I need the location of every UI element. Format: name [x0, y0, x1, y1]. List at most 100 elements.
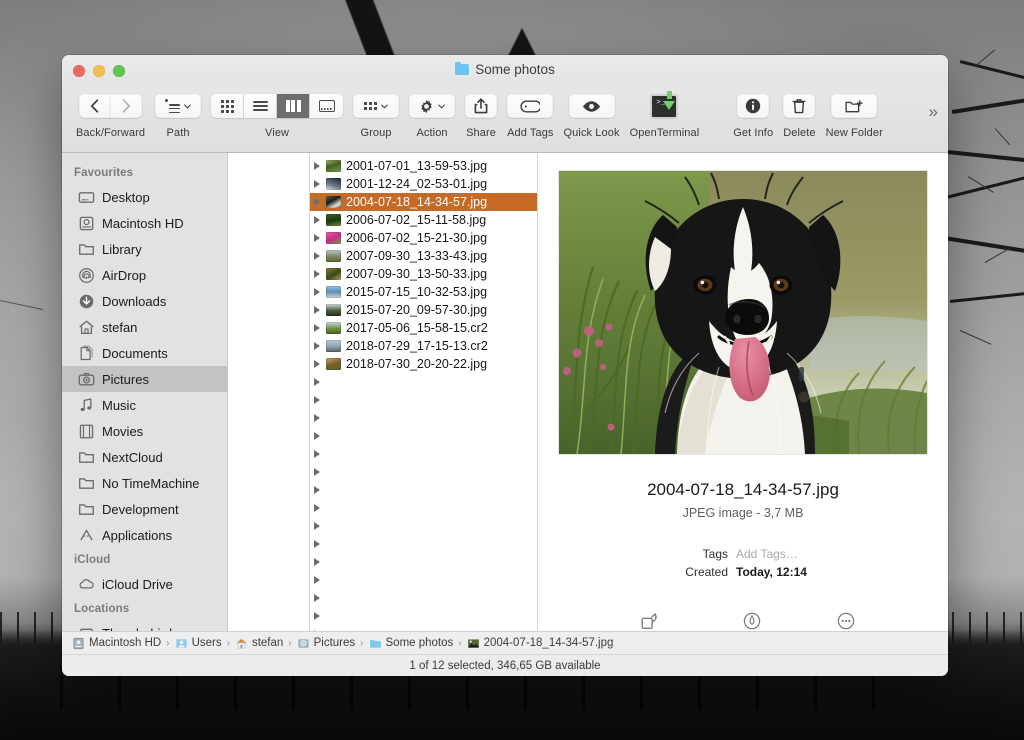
share-button[interactable] — [465, 94, 498, 118]
disclosure-triangle-icon[interactable] — [314, 342, 320, 350]
file-name: 2006-07-02_15-21-30.jpg — [346, 231, 488, 245]
disclosure-triangle-icon[interactable] — [314, 396, 320, 404]
sidebar-item-development[interactable]: Development — [62, 496, 227, 522]
view-column-mode-button[interactable] — [277, 94, 311, 118]
view-gallery-mode-button[interactable] — [310, 94, 344, 118]
close-button[interactable] — [73, 65, 85, 77]
breadcrumb-item[interactable]: 2004-07-18_14-34-57.jpg — [467, 637, 613, 650]
sidebar-item-movies[interactable]: Movies — [62, 418, 227, 444]
sidebar-item-no-timemachine[interactable]: No TimeMachine — [62, 470, 227, 496]
file-row[interactable]: 2001-07-01_13-59-53.jpg — [310, 157, 537, 175]
sidebar-item-desktop[interactable]: Desktop — [62, 184, 227, 210]
breadcrumb-label: Users — [191, 637, 222, 649]
get-info-button[interactable] — [737, 94, 770, 118]
disclosure-triangle-icon[interactable] — [314, 414, 320, 422]
rotate-left-icon — [641, 613, 657, 629]
disclosure-triangle-icon[interactable] — [314, 216, 320, 224]
preview-image[interactable] — [559, 171, 927, 454]
path-button[interactable] — [155, 94, 202, 118]
disclosure-triangle-icon[interactable] — [314, 558, 320, 566]
disclosure-triangle-icon[interactable] — [314, 540, 320, 548]
view-icon-mode-button[interactable] — [211, 94, 245, 118]
quick-look-button[interactable] — [568, 94, 615, 118]
sidebar-item-nextcloud[interactable]: NextCloud — [62, 444, 227, 470]
terminal-icon[interactable]: >_ — [650, 90, 679, 119]
markup-icon — [743, 612, 761, 630]
disclosure-triangle-icon[interactable] — [314, 504, 320, 512]
harddisk-icon — [79, 216, 94, 230]
disclosure-triangle-icon[interactable] — [314, 486, 320, 494]
sidebar-item-macintosh-hd[interactable]: Macintosh HD — [62, 210, 227, 236]
column-file-list[interactable]: 2001-07-01_13-59-53.jpg 2001-12-24_02-53-… — [310, 153, 538, 631]
disclosure-triangle-icon[interactable] — [314, 252, 320, 260]
disclosure-triangle-icon[interactable] — [314, 198, 320, 206]
view-segmented-control[interactable] — [211, 94, 344, 118]
finder-window[interactable]: Some photos Back/Forward Path View Group… — [62, 55, 948, 676]
sidebar-item-applications[interactable]: Applications — [62, 522, 227, 548]
sidebar[interactable]: Favourites Desktop Macintosh HD Library … — [62, 153, 228, 631]
file-row[interactable]: 2015-07-15_10-32-53.jpg — [310, 283, 537, 301]
disclosure-triangle-icon[interactable] — [314, 270, 320, 278]
disclosure-triangle-icon[interactable] — [314, 594, 320, 602]
add-tags-button[interactable] — [507, 94, 554, 118]
file-thumbnail — [326, 304, 341, 316]
minimize-button[interactable] — [93, 65, 105, 77]
file-row[interactable]: 2007-09-30_13-33-43.jpg — [310, 247, 537, 265]
disclosure-triangle-icon[interactable] — [314, 234, 320, 242]
file-row[interactable]: 2001-12-24_02-53-01.jpg — [310, 175, 537, 193]
file-row[interactable]: 2018-07-29_17-15-13.cr2 — [310, 337, 537, 355]
sidebar-item-library[interactable]: Library — [62, 236, 227, 262]
sidebar-item-pictures[interactable]: Pictures — [62, 366, 227, 392]
toolbar[interactable]: Back/Forward Path View Group Action Shar… — [62, 87, 948, 153]
disclosure-triangle-icon[interactable] — [314, 180, 320, 188]
disclosure-triangle-icon[interactable] — [314, 612, 320, 620]
view-list-mode-button[interactable] — [244, 94, 278, 118]
file-row[interactable]: 2007-09-30_13-50-33.jpg — [310, 265, 537, 283]
toolbar-label-group: Group — [360, 127, 392, 139]
file-row[interactable]: 2006-07-02_15-21-30.jpg — [310, 229, 537, 247]
file-row[interactable]: 2017-05-06_15-58-15.cr2 — [310, 319, 537, 337]
breadcrumb-item[interactable]: Users — [175, 637, 222, 650]
breadcrumb-item[interactable]: Some photos — [369, 637, 453, 650]
sidebar-item-documents[interactable]: Documents — [62, 340, 227, 366]
sidebar-item-stefan[interactable]: stefan — [62, 314, 227, 340]
sidebar-item-thunderbird[interactable]: Thunderbird — [62, 620, 227, 631]
breadcrumb-item[interactable]: Pictures — [297, 637, 355, 650]
toolbar-overflow-button[interactable]: » — [929, 103, 938, 120]
column-browser[interactable]: 2001-07-01_13-59-53.jpg 2001-12-24_02-53-… — [228, 153, 948, 649]
forward-button[interactable] — [110, 94, 143, 118]
sidebar-item-airdrop[interactable]: AirDrop — [62, 262, 227, 288]
add-tags-field[interactable]: Add Tags… — [736, 545, 798, 563]
breadcrumb-item[interactable]: Macintosh HD — [72, 637, 161, 650]
disclosure-triangle-icon[interactable] — [314, 306, 320, 314]
breadcrumb-item[interactable]: stefan — [235, 637, 283, 650]
sidebar-item-downloads[interactable]: Downloads — [62, 288, 227, 314]
zoom-button[interactable] — [113, 65, 125, 77]
disclosure-triangle-icon[interactable] — [314, 360, 320, 368]
disclosure-triangle-icon[interactable] — [314, 288, 320, 296]
column-parent[interactable] — [228, 153, 310, 631]
file-row[interactable]: 2015-07-20_09-57-30.jpg — [310, 301, 537, 319]
delete-button[interactable] — [783, 94, 816, 118]
disclosure-triangle-icon[interactable] — [314, 162, 320, 170]
users-folder-icon — [175, 637, 188, 650]
chevron-down-icon — [438, 104, 445, 108]
disclosure-triangle-icon[interactable] — [314, 468, 320, 476]
file-row[interactable]: 2004-07-18_14-34-57.jpg — [310, 193, 537, 211]
disclosure-triangle-icon[interactable] — [314, 378, 320, 386]
disclosure-triangle-icon[interactable] — [314, 576, 320, 584]
back-button[interactable] — [78, 94, 111, 118]
disclosure-triangle-icon[interactable] — [314, 324, 320, 332]
sidebar-item-icloud-drive[interactable]: iCloud Drive — [62, 571, 227, 597]
file-row[interactable]: 2018-07-30_20-20-22.jpg — [310, 355, 537, 373]
disclosure-triangle-icon[interactable] — [314, 432, 320, 440]
file-row[interactable]: 2006-07-02_15-11-58.jpg — [310, 211, 537, 229]
path-bar[interactable]: Macintosh HD › Users › stefan › Pictures › Some … — [62, 631, 948, 654]
action-button[interactable] — [409, 94, 456, 118]
group-button[interactable] — [353, 94, 400, 118]
disclosure-triangle-icon[interactable] — [314, 450, 320, 458]
window-titlebar[interactable]: Some photos — [62, 55, 948, 87]
disclosure-triangle-icon[interactable] — [314, 522, 320, 530]
new-folder-button[interactable] — [831, 94, 878, 118]
sidebar-item-music[interactable]: Music — [62, 392, 227, 418]
